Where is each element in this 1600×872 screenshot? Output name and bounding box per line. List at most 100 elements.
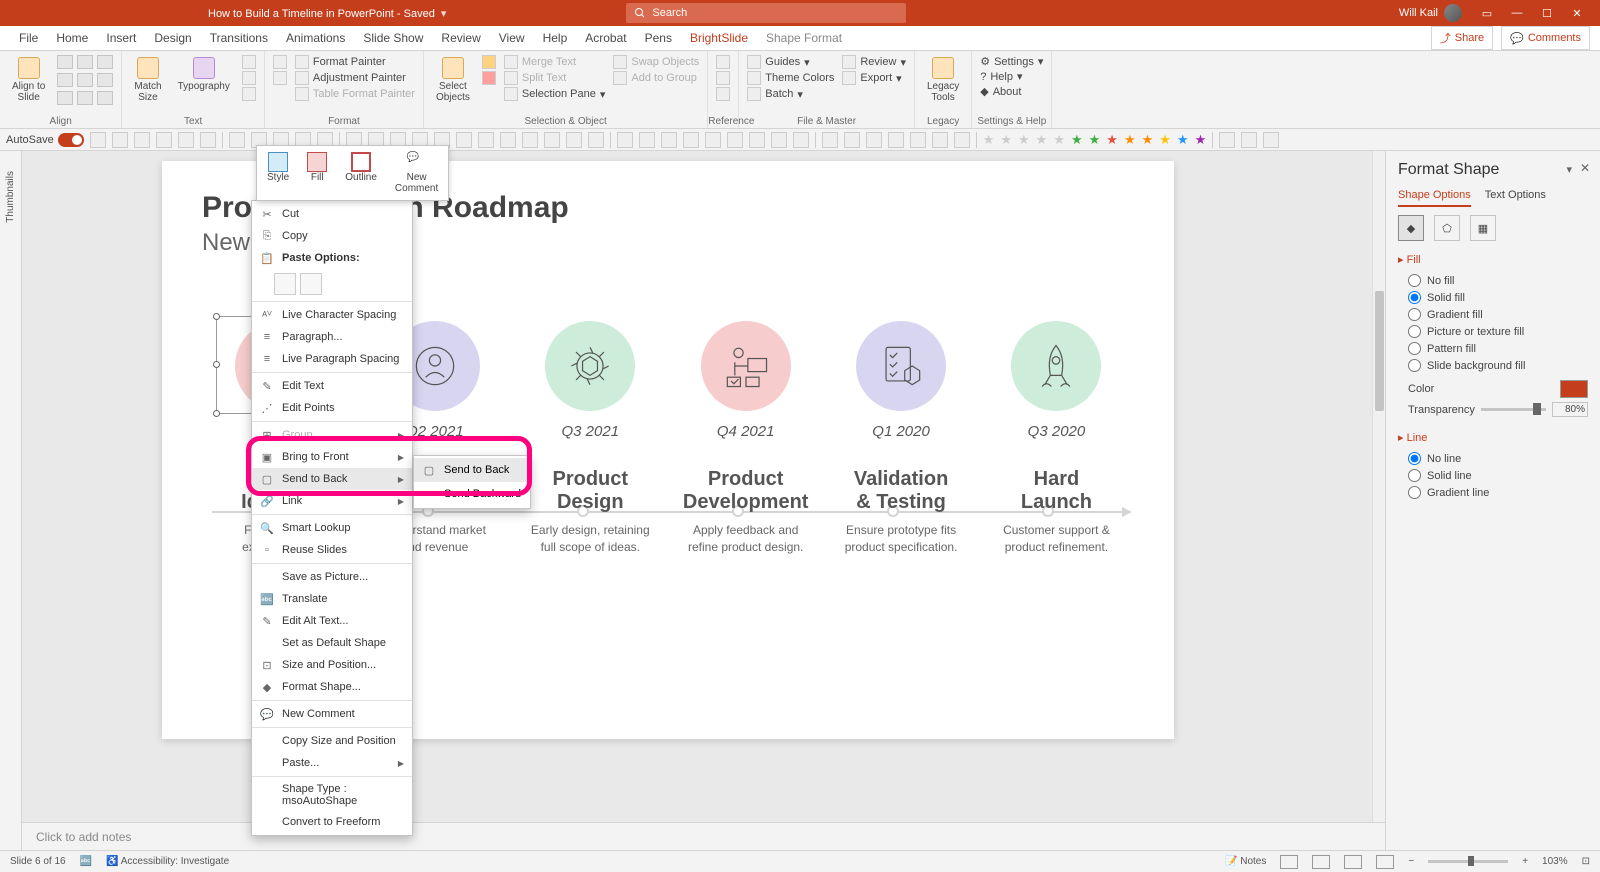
table-format-painter-button[interactable]: Table Format Painter xyxy=(295,87,415,101)
ctx-copy-size-position[interactable]: Copy Size and Position xyxy=(252,730,412,752)
qat-icon[interactable] xyxy=(793,132,809,148)
star-icon[interactable]: ★ xyxy=(1018,132,1030,148)
star-icon[interactable]: ★ xyxy=(1159,132,1171,148)
ctx-edit-text[interactable]: ✎Edit Text xyxy=(252,375,412,397)
qat-icon[interactable] xyxy=(522,132,538,148)
qat-icon[interactable] xyxy=(749,132,765,148)
qat-icon[interactable] xyxy=(844,132,860,148)
tab-view[interactable]: View xyxy=(490,26,534,50)
ctx-convert-freeform[interactable]: Convert to Freeform xyxy=(252,811,412,833)
select-objects-button[interactable]: Select Objects xyxy=(432,55,474,105)
transparency-slider[interactable] xyxy=(1481,408,1546,411)
zoom-level[interactable]: 103% xyxy=(1542,856,1568,867)
tab-slideshow[interactable]: Slide Show xyxy=(354,26,432,50)
qat-icon[interactable] xyxy=(134,132,150,148)
close-pane-icon[interactable]: ✕ xyxy=(1580,161,1590,175)
align-grid[interactable] xyxy=(57,55,113,105)
ctx-format-shape[interactable]: ◆Format Shape... xyxy=(252,676,412,698)
ctx-link[interactable]: 🔗Link▶ xyxy=(252,490,412,512)
share-button[interactable]: ⤴Share xyxy=(1431,26,1493,50)
legacy-tools-button[interactable]: Legacy Tools xyxy=(923,55,963,105)
qat-icon[interactable] xyxy=(500,132,516,148)
zoom-in-icon[interactable]: + xyxy=(1522,856,1528,867)
star-icon[interactable]: ★ xyxy=(1195,132,1207,148)
qat-icon[interactable] xyxy=(866,132,882,148)
transparency-value[interactable]: 80% xyxy=(1552,402,1588,417)
ctx-set-default-shape[interactable]: Set as Default Shape xyxy=(252,632,412,654)
qat-icon[interactable] xyxy=(456,132,472,148)
tab-transitions[interactable]: Transitions xyxy=(201,26,277,50)
pane-options-icon[interactable]: ▾ xyxy=(1566,163,1572,176)
gradient-line-radio[interactable]: Gradient line xyxy=(1398,484,1588,501)
tab-file[interactable]: File xyxy=(10,26,47,50)
star-icon[interactable]: ★ xyxy=(1071,132,1083,148)
ctx-smart-lookup[interactable]: 🔍Smart Lookup xyxy=(252,517,412,539)
slideshow-view-icon[interactable] xyxy=(1376,855,1394,869)
no-fill-radio[interactable]: No fill xyxy=(1398,272,1588,289)
text-options-tab[interactable]: Text Options xyxy=(1485,189,1546,207)
qat-icon[interactable] xyxy=(544,132,560,148)
zoom-slider[interactable] xyxy=(1428,860,1508,863)
comments-button[interactable]: 💬Comments xyxy=(1501,26,1590,50)
new-comment-button[interactable]: 💬New Comment xyxy=(389,150,444,196)
match-size-button[interactable]: Match Size xyxy=(130,55,165,105)
sorter-view-icon[interactable] xyxy=(1312,855,1330,869)
tab-review[interactable]: Review xyxy=(432,26,489,50)
reading-view-icon[interactable] xyxy=(1344,855,1362,869)
qat-icon[interactable] xyxy=(683,132,699,148)
fill-section-header[interactable]: ▸ Fill xyxy=(1398,253,1588,266)
star-icon[interactable]: ★ xyxy=(1089,132,1101,148)
qat-icon[interactable] xyxy=(1263,132,1279,148)
fill-button[interactable]: Fill xyxy=(301,150,333,196)
slide-indicator[interactable]: Slide 6 of 16 xyxy=(10,856,66,867)
close-icon[interactable]: ✕ xyxy=(1562,0,1592,26)
star-icon[interactable]: ★ xyxy=(1177,132,1189,148)
tab-design[interactable]: Design xyxy=(145,26,200,50)
size-properties-icon[interactable]: ▦ xyxy=(1470,215,1496,241)
ctx-new-comment[interactable]: 💬New Comment xyxy=(252,703,412,725)
star-icon[interactable]: ★ xyxy=(1053,132,1065,148)
gradient-fill-radio[interactable]: Gradient fill xyxy=(1398,306,1588,323)
minimize-icon[interactable]: — xyxy=(1502,0,1532,26)
maximize-icon[interactable]: ☐ xyxy=(1532,0,1562,26)
ctx-cut[interactable]: ✂Cut xyxy=(252,203,412,225)
star-icon[interactable]: ★ xyxy=(1142,132,1154,148)
qat-icon[interactable] xyxy=(200,132,216,148)
tab-home[interactable]: Home xyxy=(47,26,97,50)
qat-icon[interactable] xyxy=(910,132,926,148)
notes-toggle[interactable]: 📝 Notes xyxy=(1225,856,1266,867)
qat-icon[interactable] xyxy=(888,132,904,148)
qat-icon[interactable] xyxy=(954,132,970,148)
ctx-edit-points[interactable]: ⋰Edit Points xyxy=(252,397,412,419)
qat-icon[interactable] xyxy=(90,132,106,148)
qat-icon[interactable] xyxy=(639,132,655,148)
ctx-reuse-slides[interactable]: ▫Reuse Slides xyxy=(252,539,412,561)
effects-icon[interactable]: ⬠ xyxy=(1434,215,1460,241)
thumbnails-rail[interactable]: Thumbnails xyxy=(0,151,22,850)
qat-icon[interactable] xyxy=(727,132,743,148)
qat-icon[interactable] xyxy=(771,132,787,148)
user-account[interactable]: Will Kail xyxy=(1399,4,1462,22)
ctx-translate[interactable]: 🔤Translate xyxy=(252,588,412,610)
star-icon[interactable]: ★ xyxy=(1106,132,1118,148)
swap-objects-button[interactable]: Swap Objects xyxy=(613,55,699,69)
typography-button[interactable]: Typography xyxy=(174,55,234,94)
ctx-paste-options[interactable] xyxy=(252,269,412,299)
ctx-live-char-spacing[interactable]: ᴬⱽLive Character Spacing xyxy=(252,304,412,326)
ctx-save-as-picture[interactable]: Save as Picture... xyxy=(252,566,412,588)
ctx-bring-to-front[interactable]: ▣Bring to Front▶ xyxy=(252,446,412,468)
help-button[interactable]: ?Help ▾ xyxy=(980,70,1043,83)
fit-to-window-icon[interactable]: ⊡ xyxy=(1582,856,1590,867)
qat-icon[interactable] xyxy=(156,132,172,148)
zoom-out-icon[interactable]: − xyxy=(1408,856,1414,867)
qat-icon[interactable] xyxy=(588,132,604,148)
about-button[interactable]: ◆About xyxy=(980,85,1043,98)
ctx-paste[interactable]: Paste...▶ xyxy=(252,752,412,774)
star-icon[interactable]: ★ xyxy=(1124,132,1136,148)
qat-icon[interactable] xyxy=(229,132,245,148)
vertical-scrollbar[interactable] xyxy=(1372,151,1385,850)
qat-icon[interactable] xyxy=(822,132,838,148)
star-icon[interactable]: ★ xyxy=(983,132,995,148)
settings-button[interactable]: ⚙Settings ▾ xyxy=(980,55,1043,68)
tab-shapeformat[interactable]: Shape Format xyxy=(757,26,851,50)
